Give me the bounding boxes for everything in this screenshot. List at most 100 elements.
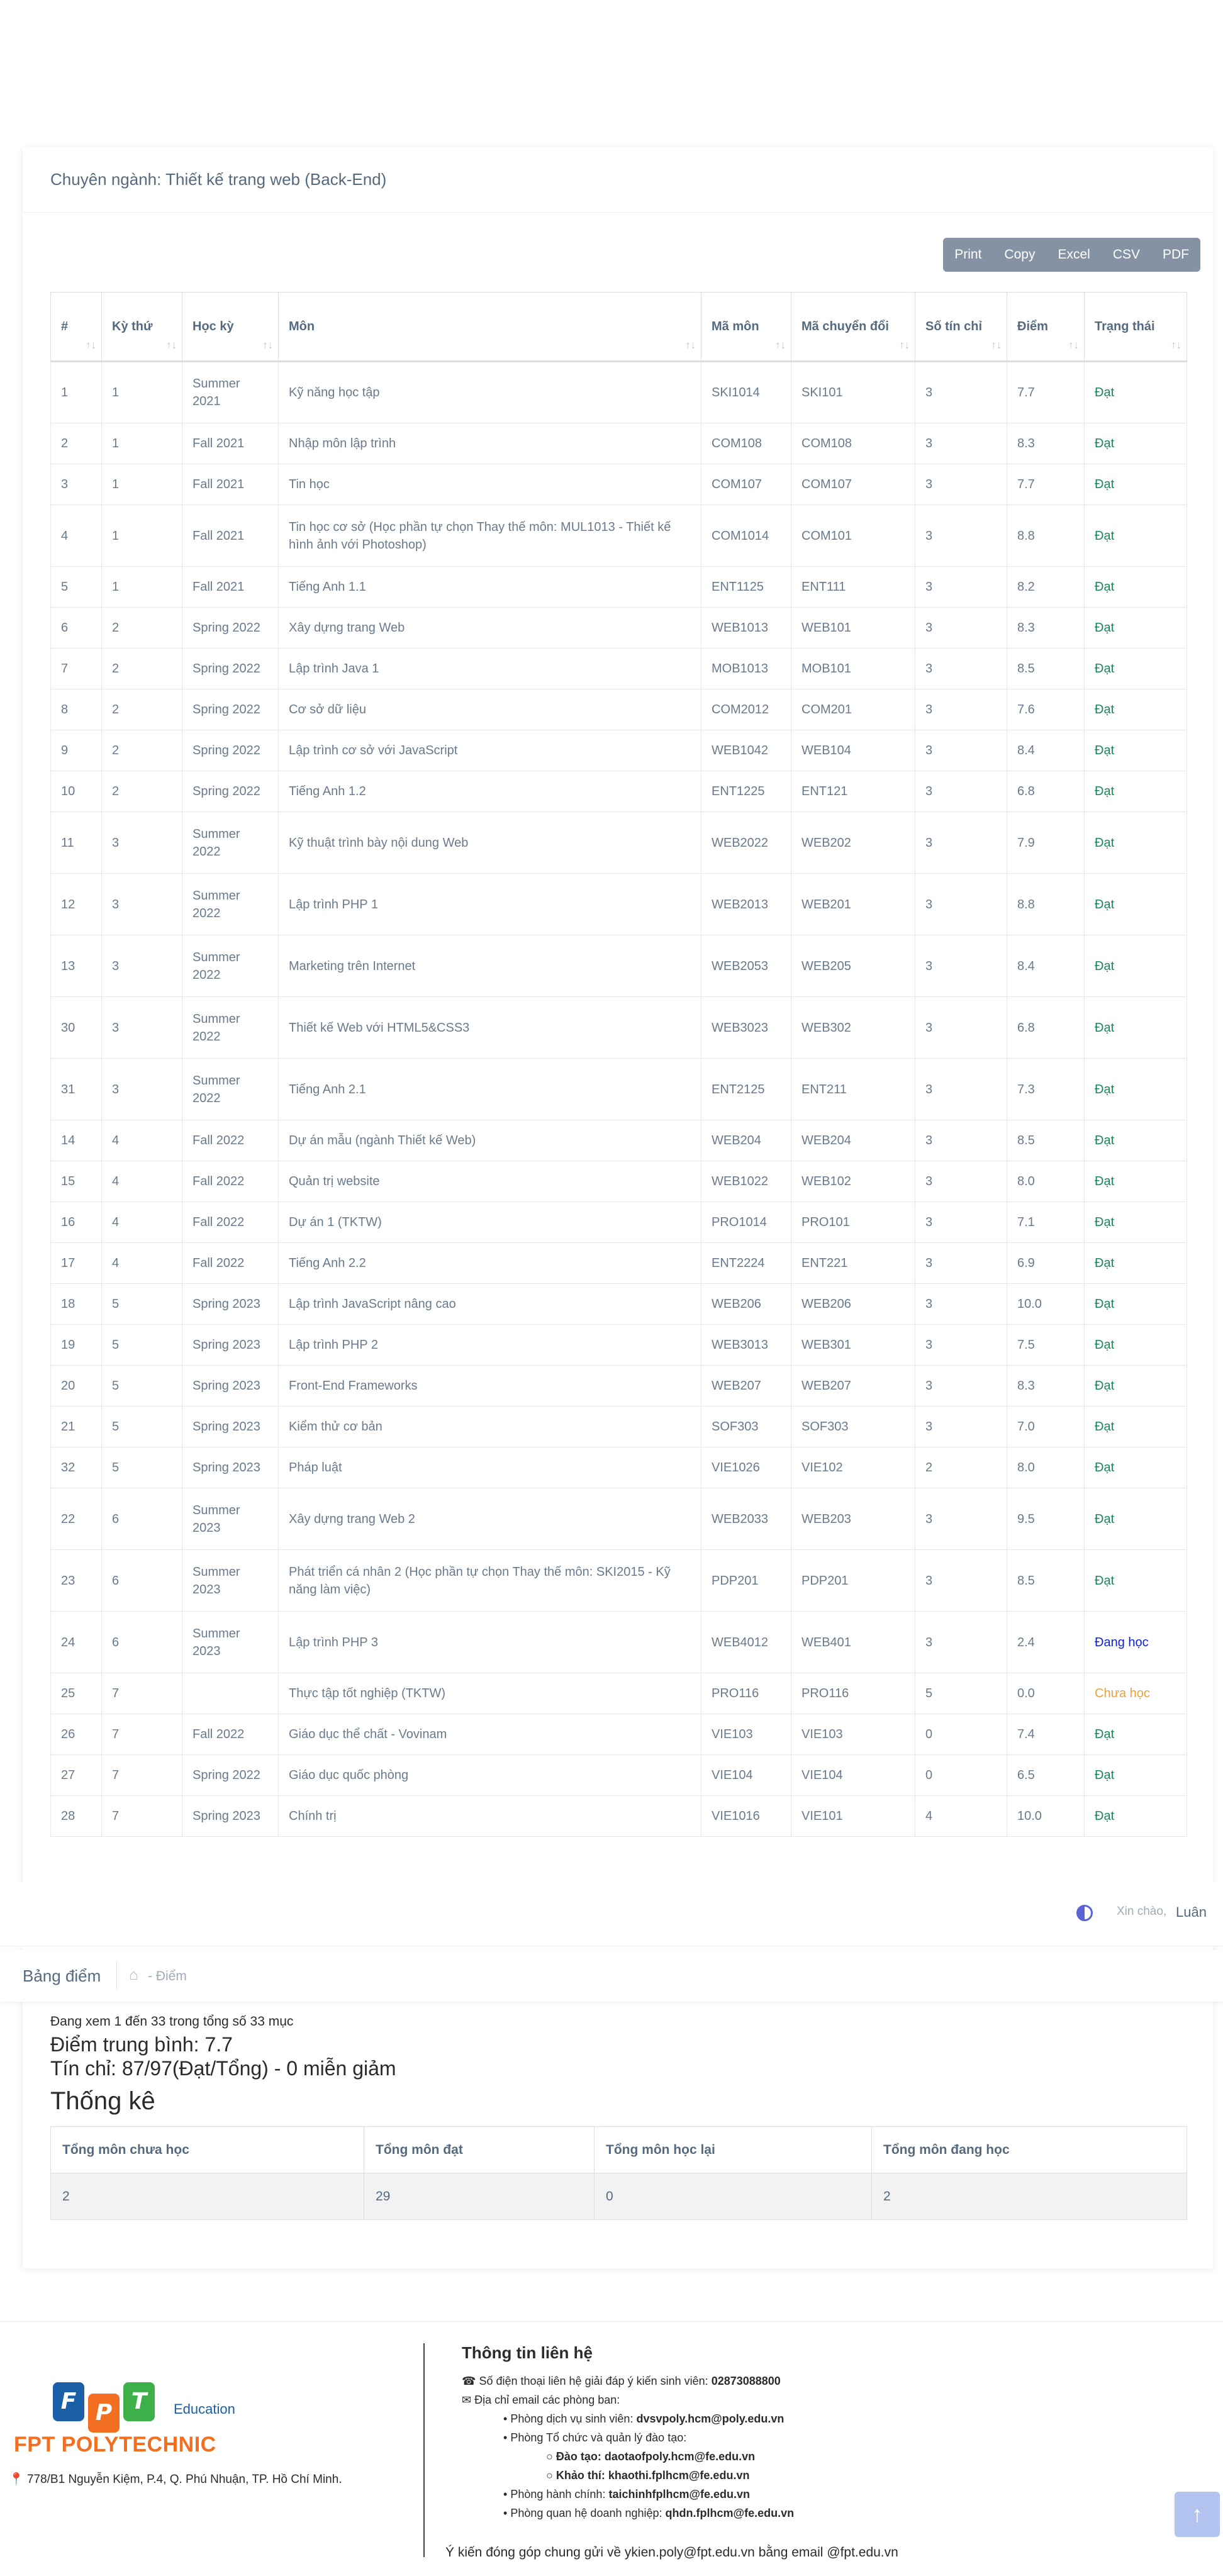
table-cell: Fall 2021 — [182, 505, 279, 567]
table-cell: VIE103 — [791, 1714, 915, 1755]
training-line: ○ Đào tạo: daotaofpoly.hcm@fe.edu.vn — [546, 2450, 756, 2463]
table-cell: COM101 — [791, 505, 915, 567]
major-title: Chuyên ngành: Thiết kế trang web (Back-E… — [50, 170, 387, 189]
table-cell: 3 — [50, 464, 102, 505]
table-cell: 1 — [101, 505, 182, 567]
table-cell: COM108 — [701, 423, 791, 464]
theme-toggle-icon[interactable] — [1076, 1905, 1093, 1921]
phone-line: ☎ Số điện thoại liên hệ giải đáp ý kiến … — [462, 2372, 1028, 2390]
column-header-label: Điểm — [1017, 319, 1048, 333]
table-cell: ENT211 — [791, 1058, 915, 1120]
table-cell: SOF303 — [701, 1406, 791, 1447]
table-cell: 22 — [50, 1488, 102, 1550]
feedback-text: Ý kiến đóng góp chung gửi về ykien.poly@… — [445, 2545, 898, 2560]
column-header[interactable]: Mã chuyển đổi ↑↓ — [791, 292, 915, 362]
table-cell: Xây dựng trang Web 2 — [278, 1488, 701, 1550]
table-cell: 27 — [50, 1754, 102, 1796]
table-cell: 24 — [50, 1611, 102, 1673]
pdf-button[interactable]: PDF — [1151, 238, 1200, 272]
column-header[interactable]: Số tín chỉ ↑↓ — [915, 292, 1007, 362]
table-cell: WEB203 — [791, 1488, 915, 1550]
breadcrumb-bar: Bảng điểm ⌂ - Điểm — [0, 1950, 1223, 2002]
sort-icon: ↑↓ — [899, 339, 910, 351]
table-cell: Spring 2022 — [182, 771, 279, 812]
status-cell: Đạt — [1084, 1120, 1187, 1161]
column-header[interactable]: Trạng thái ↑↓ — [1084, 292, 1187, 362]
print-button[interactable]: Print — [943, 238, 993, 272]
status-cell: Đạt — [1084, 1754, 1187, 1796]
csv-button[interactable]: CSV — [1101, 238, 1151, 272]
table-cell: 6 — [101, 1549, 182, 1612]
table-cell: WEB4012 — [701, 1611, 791, 1673]
table-cell: Spring 2022 — [182, 607, 279, 649]
table-cell: ENT121 — [791, 771, 915, 812]
table-row: 18 5 Spring 2023 Lập trình JavaScript nâng … — [50, 1283, 1187, 1325]
exam-email[interactable]: khaothi.fplhcm@fe.edu.vn — [608, 2469, 750, 2482]
table-cell: SKI1014 — [701, 361, 791, 423]
status-cell: Đang học — [1084, 1611, 1187, 1673]
column-header[interactable]: # ↑↓ — [50, 292, 102, 362]
table-info: Đang xem 1 đến 33 trong tổng số 33 mục — [50, 2014, 294, 2029]
table-cell: 6.8 — [1007, 996, 1085, 1059]
breadcrumb-divider — [116, 1961, 117, 1989]
table-cell: 3 — [915, 1202, 1007, 1243]
column-header-label: Mã chuyển đổi — [801, 319, 889, 333]
column-header[interactable]: Kỳ thứ ↑↓ — [101, 292, 182, 362]
table-cell: 8.3 — [1007, 423, 1085, 464]
table-cell: PRO1014 — [701, 1202, 791, 1243]
table-cell: PDP201 — [791, 1549, 915, 1612]
dept-service-line: • Phòng dịch vụ sinh viên: dvsvpoly.hcm@… — [503, 2412, 785, 2425]
contact-info: Thông tin liên hệ ☎ Số điện thoại liên h… — [462, 2343, 1028, 2523]
table-cell: Fall 2022 — [182, 1161, 279, 1202]
excel-button[interactable]: Excel — [1046, 238, 1102, 272]
copy-button[interactable]: Copy — [993, 238, 1047, 272]
table-row: 22 6 Summer 2023 Xây dựng trang Web 2 WEB203… — [50, 1488, 1187, 1550]
table-cell: Spring 2023 — [182, 1365, 279, 1407]
stats-value-row: 2 29 0 2 — [50, 2173, 1187, 2220]
table-cell: 8.8 — [1007, 505, 1085, 567]
dept-training-line: • Phòng Tổ chức và quản lý đào tạo: — [503, 2431, 687, 2444]
table-cell: 8.3 — [1007, 607, 1085, 649]
training-email[interactable]: daotaofpoly.hcm@fe.edu.vn — [605, 2450, 755, 2463]
table-cell: 3 — [101, 935, 182, 997]
table-cell: 6 — [101, 1488, 182, 1550]
table-cell: 8.4 — [1007, 730, 1085, 771]
logo-letter-f: F — [53, 2382, 84, 2421]
status-cell: Đạt — [1084, 935, 1187, 997]
user-name[interactable]: Luân — [1176, 1904, 1207, 1921]
table-cell: 8.5 — [1007, 1120, 1085, 1161]
table-cell: WEB207 — [701, 1365, 791, 1407]
table-cell: 3 — [915, 935, 1007, 997]
column-header[interactable]: Học kỳ ↑↓ — [182, 292, 279, 362]
table-cell: 0 — [915, 1714, 1007, 1755]
table-cell: 23 — [50, 1549, 102, 1612]
column-header[interactable]: Môn ↑↓ — [278, 292, 701, 362]
dept-service-email[interactable]: dvsvpoly.hcm@poly.edu.vn — [636, 2412, 784, 2425]
stats-header: Tổng môn đang học — [871, 2126, 1187, 2173]
business-email[interactable]: qhdn.fplhcm@fe.edu.vn — [666, 2507, 795, 2519]
table-cell: 4 — [101, 1242, 182, 1284]
table-row: 13 3 Summer 2022 Marketing trên Internet WEB… — [50, 935, 1187, 997]
scroll-to-top-button[interactable]: ↑ — [1175, 2492, 1220, 2537]
sort-icon: ↑↓ — [166, 339, 177, 351]
table-row: 23 6 Summer 2023 Phát triển cá nhân 2 (Học … — [50, 1549, 1187, 1612]
table-cell: 25 — [50, 1673, 102, 1714]
table-cell: COM201 — [791, 689, 915, 730]
home-icon[interactable]: ⌂ — [129, 1966, 138, 1984]
table-cell: Dự án 1 (TKTW) — [278, 1202, 701, 1243]
page-title: Bảng điểm — [23, 1966, 101, 1985]
table-cell: Spring 2022 — [182, 648, 279, 689]
table-cell: 14 — [50, 1120, 102, 1161]
table-cell: WEB1013 — [701, 607, 791, 649]
table-cell: 8.0 — [1007, 1447, 1085, 1488]
column-header[interactable]: Điểm ↑↓ — [1007, 292, 1085, 362]
table-cell: ENT111 — [791, 566, 915, 608]
admin-email[interactable]: taichinhfplhcm@fe.edu.vn — [608, 2488, 750, 2501]
table-cell: WEB207 — [791, 1365, 915, 1407]
column-header[interactable]: Mã môn ↑↓ — [701, 292, 791, 362]
table-cell: Fall 2022 — [182, 1714, 279, 1755]
phone-icon: ☎ — [462, 2375, 476, 2387]
footer: F P T Education FPT POLYTECHNIC 📍 778/B1… — [0, 2321, 1223, 2576]
stats-heading: Thống kê — [50, 2087, 155, 2115]
table-cell: 2 — [101, 730, 182, 771]
